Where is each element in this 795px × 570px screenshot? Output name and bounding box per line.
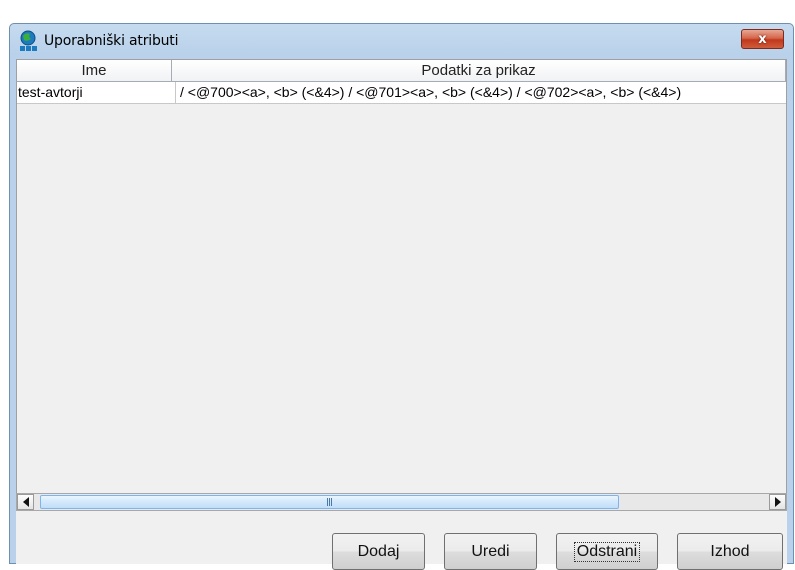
scroll-left-icon: [22, 497, 29, 507]
title-bar[interactable]: Uporabniški atributi x: [10, 24, 793, 59]
edit-button[interactable]: Uredi: [444, 533, 537, 570]
horizontal-scrollbar[interactable]: [16, 493, 787, 511]
table-row[interactable]: test-avtorji / <@700><a>, <b> (<&4>) / <…: [17, 82, 786, 104]
close-button[interactable]: x: [741, 29, 784, 49]
grip-icon: [326, 498, 333, 506]
column-header-name[interactable]: Ime: [17, 60, 172, 82]
table-header: Ime Podatki za prikaz: [17, 60, 786, 82]
add-button[interactable]: Dodaj: [332, 533, 425, 570]
attributes-table: Ime Podatki za prikaz test-avtorji / <@7…: [16, 59, 787, 493]
scroll-left-button[interactable]: [17, 494, 34, 510]
app-icon: [19, 30, 39, 52]
cell-display[interactable]: / <@700><a>, <b> (<&4>) / <@701><a>, <b>…: [176, 82, 786, 104]
cell-name[interactable]: test-avtorji: [17, 82, 176, 104]
content-panel: Ime Podatki za prikaz test-avtorji / <@7…: [16, 59, 787, 570]
remove-button-label: Odstrani: [573, 541, 641, 562]
exit-button[interactable]: Izhod: [677, 533, 783, 570]
scroll-right-button[interactable]: [769, 494, 786, 510]
close-icon: x: [758, 31, 767, 47]
dialog-window: Uporabniški atributi x Ime Podatki za pr…: [9, 23, 794, 570]
remove-button[interactable]: Odstrani: [556, 533, 658, 570]
column-header-display[interactable]: Podatki za prikaz: [171, 60, 786, 82]
window-title: Uporabniški atributi: [44, 33, 179, 49]
scrollbar-thumb[interactable]: [40, 495, 619, 509]
scroll-right-icon: [774, 497, 781, 507]
